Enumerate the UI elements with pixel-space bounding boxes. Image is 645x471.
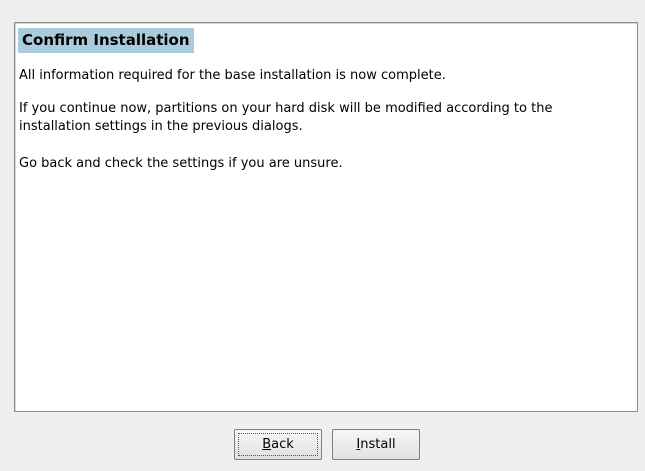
warning-paragraph: If you continue now, partitions on your … — [19, 101, 553, 134]
install-button-content: Install — [333, 430, 419, 459]
content-panel: Confirm Installation All information req… — [14, 22, 638, 412]
back-button-mnemonic: B — [262, 437, 272, 452]
info-paragraph: All information required for the base in… — [19, 68, 446, 83]
back-button[interactable]: Back — [234, 429, 322, 460]
install-button[interactable]: Install — [332, 429, 420, 460]
advice-paragraph: Go back and check the settings if you ar… — [19, 156, 343, 171]
installer-window: { "dialog": { "heading": "Confirm Instal… — [0, 0, 645, 471]
install-button-label: nstall — [360, 437, 396, 452]
back-button-focus-ring: Back — [238, 433, 318, 456]
back-button-label: ack — [271, 437, 294, 452]
dialog-heading: Confirm Installation — [18, 28, 194, 53]
